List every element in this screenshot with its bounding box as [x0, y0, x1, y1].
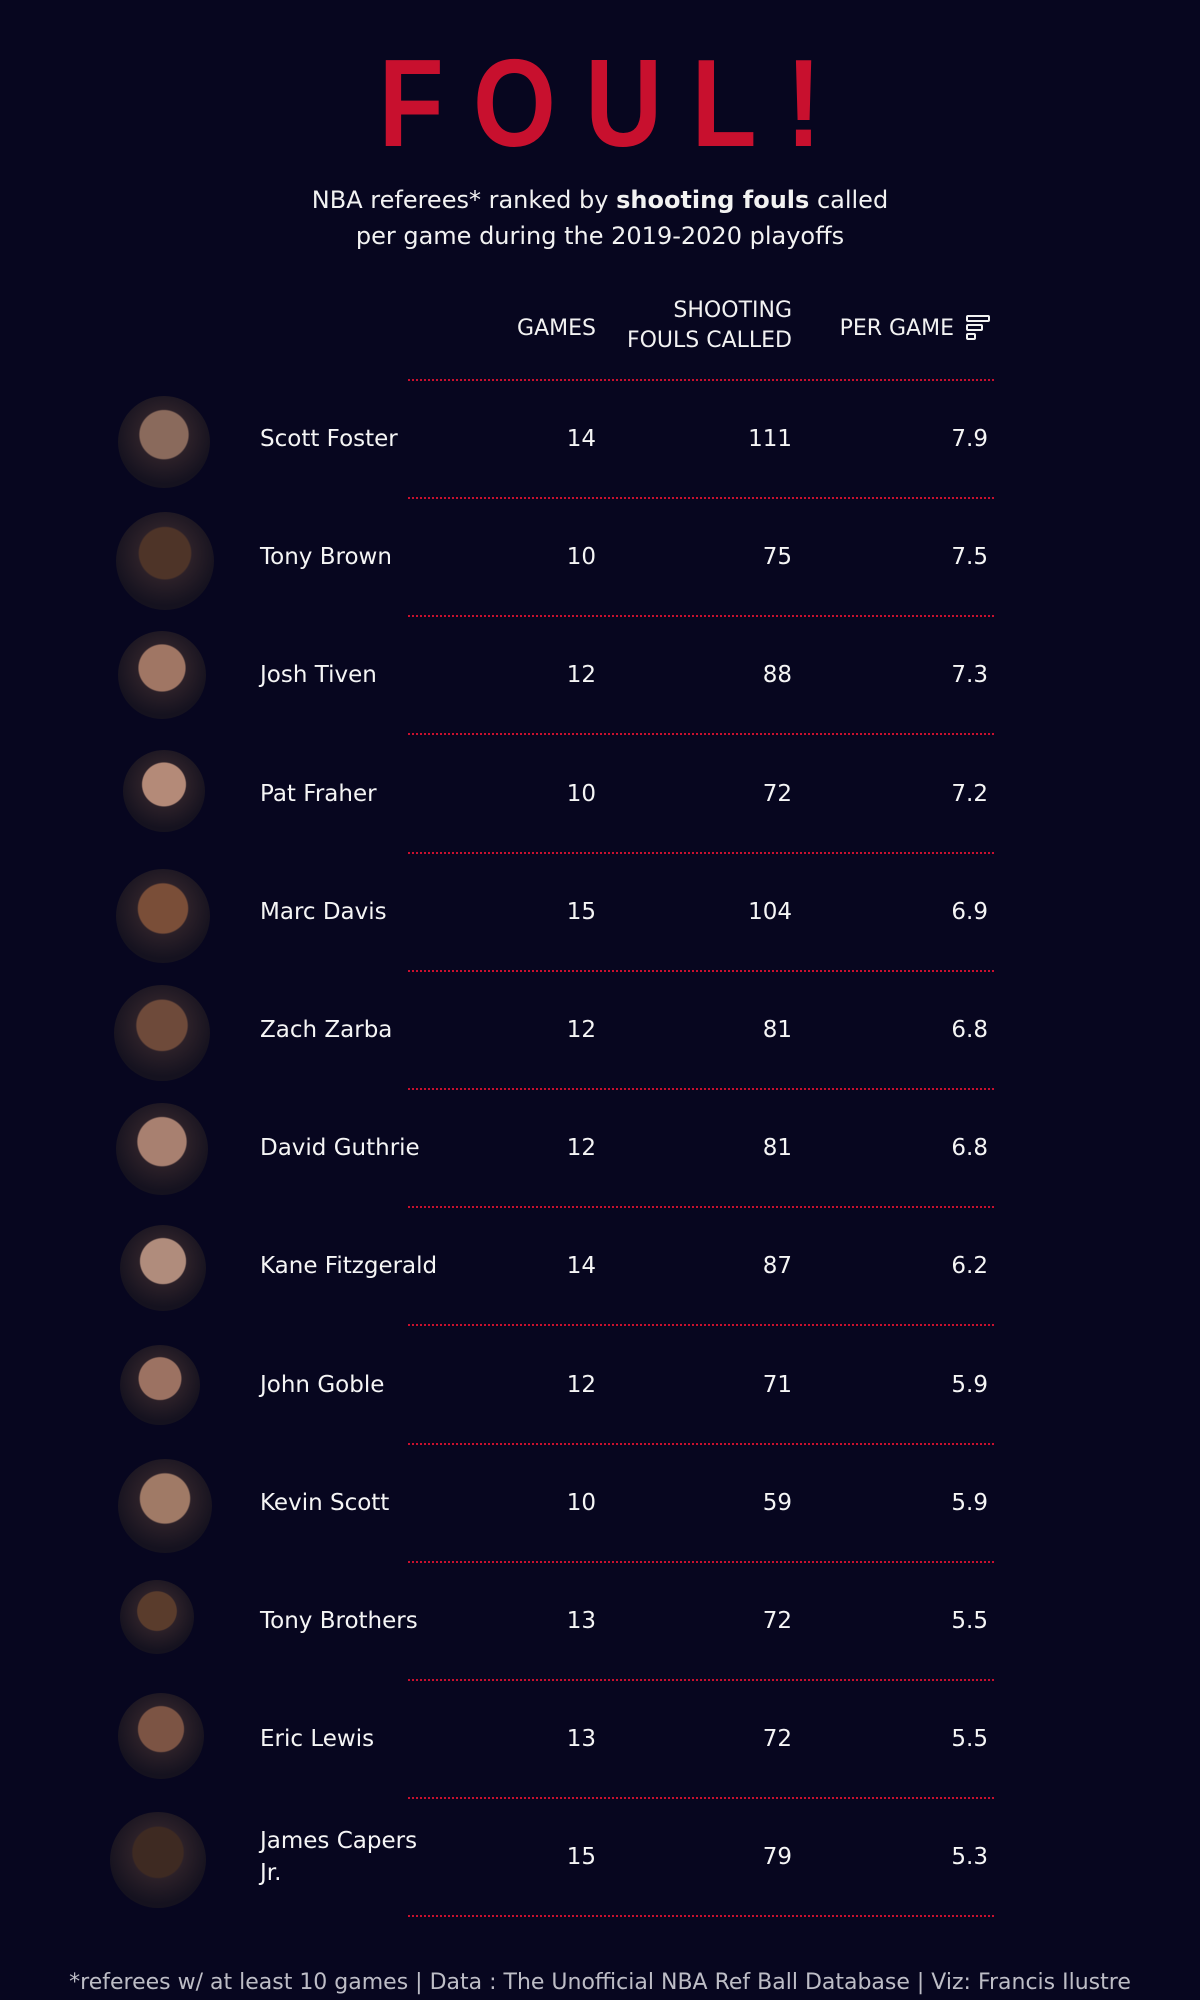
row-divider: [408, 1560, 994, 1563]
chart-title: FOUL!: [378, 35, 851, 173]
per-game-value: 6.9: [951, 898, 988, 925]
row-divider: [408, 497, 994, 499]
referee-avatar: [116, 869, 210, 963]
per-game-value: 7.2: [951, 780, 988, 807]
per-game-value: 6.2: [951, 1253, 988, 1280]
shooting-fouls-value: 81: [762, 1135, 792, 1162]
subtitle-post: called: [809, 186, 889, 214]
referee-avatar: [116, 1103, 208, 1195]
chart-subtitle: NBA referees* ranked by shooting fouls c…: [0, 182, 1200, 254]
games-value: 12: [566, 662, 596, 689]
referee-avatar: [118, 1693, 204, 1779]
referee-name: James Capers Jr.: [260, 1828, 418, 1887]
column-header-games: GAMES: [517, 316, 596, 341]
column-header-fouls-line2: FOULS CALLED: [626, 328, 792, 353]
subtitle-line2: per game during the 2019-2020 playoffs: [355, 222, 845, 250]
shooting-fouls-value: 72: [762, 1608, 792, 1634]
shooting-fouls-value: 75: [762, 544, 792, 571]
shooting-fouls-value: 81: [762, 1017, 792, 1043]
games-value: 10: [566, 544, 596, 571]
per-game-value: 7.9: [951, 426, 988, 452]
subtitle-bold: shooting fouls: [616, 186, 810, 214]
per-game-value: 5.5: [951, 1726, 988, 1753]
sort-descending-icon[interactable]: [966, 315, 990, 341]
row-divider: [408, 1679, 994, 1681]
per-game-value: 5.9: [951, 1371, 988, 1398]
referee-name: Marc Davis: [260, 898, 387, 925]
games-value: 12: [566, 1017, 596, 1043]
referee-name: Zach Zarba: [260, 1017, 393, 1043]
referee-avatar: [118, 1459, 212, 1553]
row-divider: [408, 1797, 994, 1800]
per-game-value: 7.5: [951, 544, 988, 571]
row-divider: [408, 615, 994, 618]
shooting-fouls-value: 71: [762, 1371, 792, 1398]
shooting-fouls-value: 111: [748, 426, 792, 452]
shooting-fouls-value: 72: [762, 1726, 792, 1753]
referee-avatar: [118, 396, 210, 488]
games-value: 15: [566, 898, 596, 925]
games-value: 14: [566, 1253, 596, 1280]
shooting-fouls-value: 72: [762, 780, 792, 807]
referee-name: David Guthrie: [260, 1135, 420, 1162]
row-divider: [408, 1915, 994, 1918]
shooting-fouls-value: 59: [762, 1489, 792, 1516]
referee-avatar: [118, 631, 206, 719]
referee-avatar: [120, 1580, 194, 1654]
column-header-fouls-line1: SHOOTING: [673, 298, 792, 323]
referee-avatar: [116, 512, 214, 610]
row-divider: [408, 733, 994, 736]
row-divider: [408, 851, 994, 854]
referee-avatar: [120, 1345, 200, 1425]
row-divider: [408, 969, 994, 972]
per-game-value: 5.9: [951, 1489, 988, 1516]
games-value: 13: [566, 1608, 596, 1634]
games-value: 12: [566, 1135, 596, 1162]
shooting-fouls-value: 104: [748, 898, 792, 925]
referee-name: Eric Lewis: [260, 1726, 375, 1753]
games-value: 14: [566, 426, 596, 452]
subtitle-pre: NBA referees* ranked by: [311, 186, 617, 214]
per-game-value: 5.3: [951, 1844, 988, 1871]
row-divider: [408, 1088, 994, 1090]
referee-name: Tony Brothers: [260, 1608, 418, 1634]
games-value: 15: [566, 1844, 596, 1871]
games-value: 10: [566, 1489, 596, 1516]
referee-avatar: [120, 1225, 206, 1311]
referee-name: John Goble: [260, 1371, 385, 1398]
referee-avatar: [123, 750, 205, 832]
footer-source: *referees w/ at least 10 games | Data : …: [69, 1970, 1131, 1995]
row-divider: [408, 1324, 994, 1327]
referee-name: Kevin Scott: [260, 1489, 390, 1516]
column-header-shooting-fouls: SHOOTING FOULS CALLED: [610, 296, 792, 356]
referee-name: Scott Foster: [260, 426, 398, 452]
per-game-value: 6.8: [951, 1017, 988, 1043]
per-game-value: 6.8: [951, 1135, 988, 1162]
referee-name: Kane Fitzgerald: [260, 1253, 438, 1280]
games-value: 10: [566, 780, 596, 807]
games-value: 12: [566, 1371, 596, 1398]
shooting-fouls-value: 87: [762, 1253, 792, 1280]
referee-name: Tony Brown: [260, 544, 392, 571]
shooting-fouls-value: 79: [762, 1844, 792, 1871]
referee-name: Josh Tiven: [260, 662, 377, 689]
row-divider: [408, 1442, 994, 1445]
games-value: 13: [566, 1726, 596, 1753]
per-game-value: 5.5: [951, 1608, 988, 1634]
per-game-value: 7.3: [951, 662, 988, 689]
referee-name: Pat Fraher: [260, 780, 377, 807]
referee-avatar: [114, 985, 210, 1081]
shooting-fouls-value: 88: [762, 662, 792, 689]
column-header-per-game[interactable]: PER GAME: [820, 314, 954, 344]
row-divider: [408, 1206, 994, 1209]
table-header-divider: [408, 379, 994, 381]
referee-avatar: [110, 1812, 206, 1908]
